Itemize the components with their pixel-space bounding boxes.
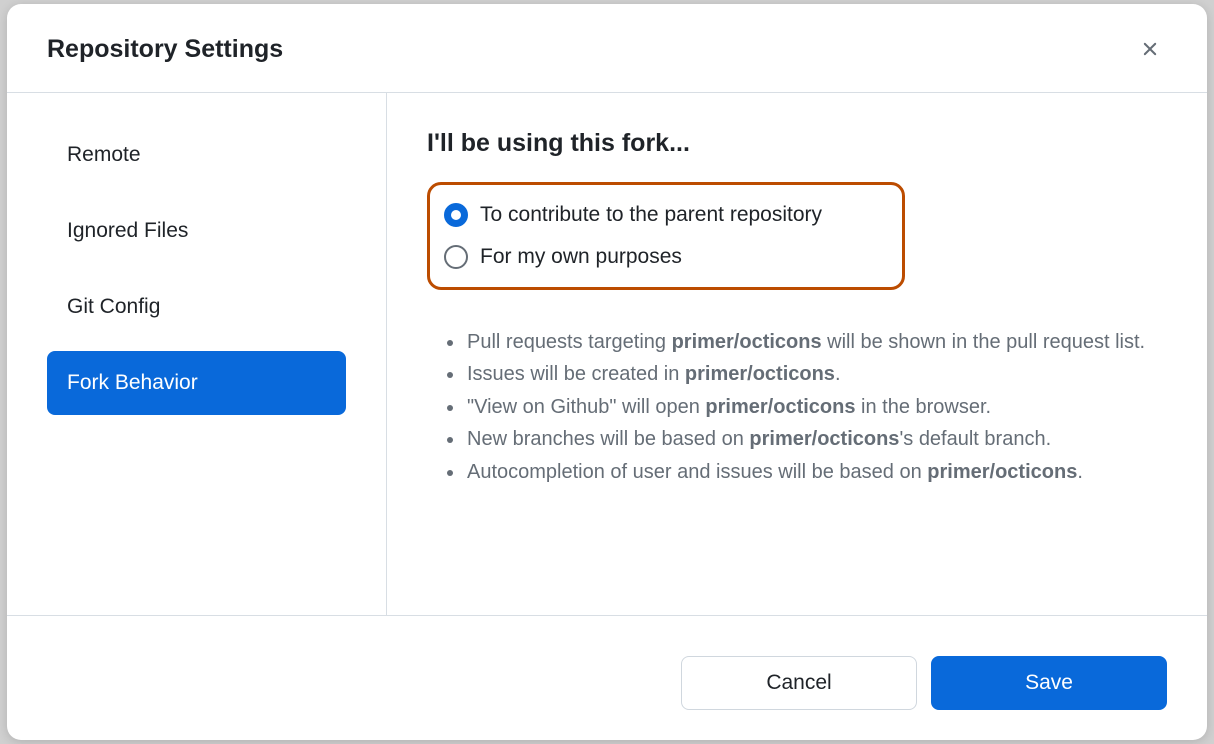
settings-content: I'll be using this fork... To contribute… [387,93,1207,615]
description-item: Pull requests targeting primer/octicons … [465,326,1167,358]
radio-label: To contribute to the parent repository [480,203,822,227]
repo-name: primer/octicons [672,331,822,353]
modal-footer: Cancel Save [7,615,1207,740]
sidebar-item-label: Fork Behavior [67,371,198,394]
modal-header: Repository Settings [7,4,1207,93]
repository-settings-modal: Repository Settings Remote Ignored Files… [7,4,1207,740]
repo-name: primer/octicons [685,363,835,385]
description-item: Issues will be created in primer/octicon… [465,358,1167,390]
radio-option-own-purposes[interactable]: For my own purposes [444,241,886,273]
sidebar-item-fork-behavior[interactable]: Fork Behavior [47,351,346,415]
repo-name: primer/octicons [705,396,855,418]
description-item: New branches will be based on primer/oct… [465,423,1167,455]
sidebar-item-ignored-files[interactable]: Ignored Files [47,199,346,263]
sidebar-item-label: Remote [67,143,141,166]
radio-label: For my own purposes [480,245,682,269]
radio-option-contribute-parent[interactable]: To contribute to the parent repository [444,199,886,231]
sidebar-item-git-config[interactable]: Git Config [47,275,346,339]
description-item: "View on Github" will open primer/octico… [465,391,1167,423]
close-icon [1139,38,1161,60]
fork-usage-radio-group: To contribute to the parent repository F… [427,182,905,290]
sidebar-item-remote[interactable]: Remote [47,123,346,187]
repo-name: primer/octicons [749,428,899,450]
sidebar-item-label: Ignored Files [67,219,188,242]
radio-indicator [444,245,468,269]
modal-title: Repository Settings [47,35,283,64]
modal-body: Remote Ignored Files Git Config Fork Beh… [7,93,1207,615]
fork-usage-heading: I'll be using this fork... [427,129,1167,158]
radio-indicator-selected [444,203,468,227]
cancel-button[interactable]: Cancel [681,656,917,710]
sidebar-item-label: Git Config [67,295,160,318]
close-button[interactable] [1133,32,1167,66]
save-button[interactable]: Save [931,656,1167,710]
repo-name: primer/octicons [927,461,1077,483]
description-item: Autocompletion of user and issues will b… [465,456,1167,488]
fork-behavior-description-list: Pull requests targeting primer/octicons … [427,326,1167,488]
settings-sidebar: Remote Ignored Files Git Config Fork Beh… [7,93,387,615]
